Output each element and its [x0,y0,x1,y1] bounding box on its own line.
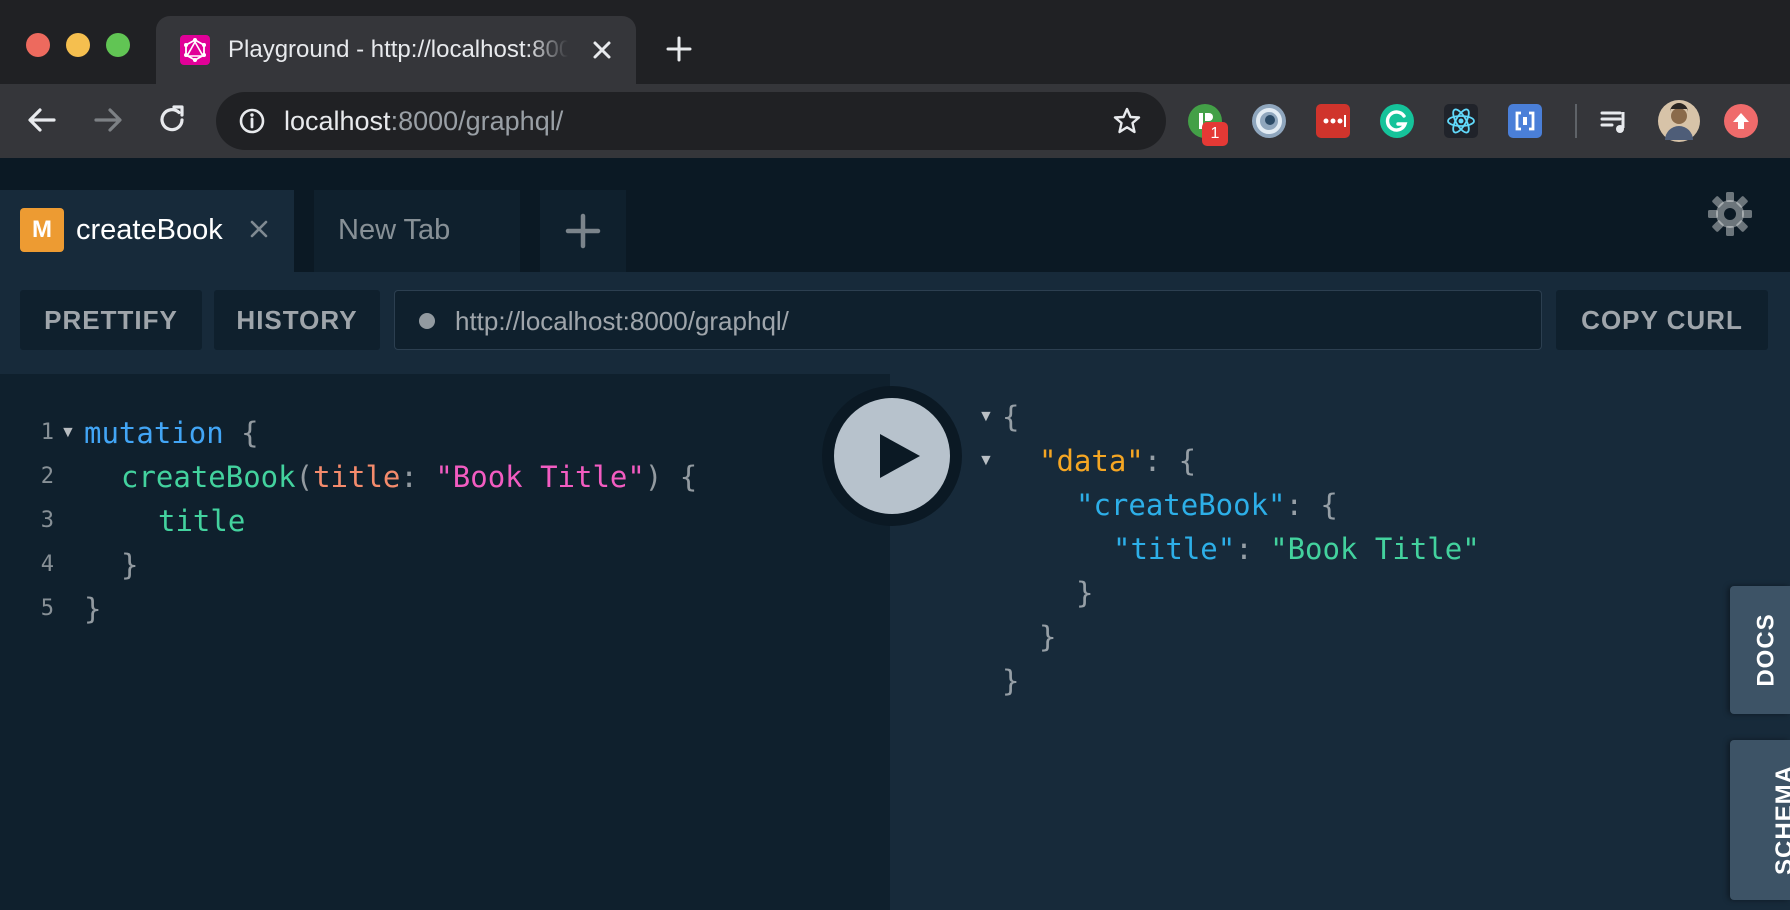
media-playlist-icon[interactable] [1598,104,1632,138]
field-createbook: createBook [121,460,296,494]
field-title: title [158,504,246,538]
punctuation: : [1235,532,1271,566]
address-bar[interactable]: localhost:8000/graphql/ [216,92,1166,150]
address-url[interactable]: localhost:8000/graphql/ [284,104,563,138]
punctuation: { [1002,400,1020,434]
line-number: 4 [40,552,54,577]
fold-arrow-icon[interactable]: ▼ [60,412,76,454]
punctuation: } [1039,620,1057,654]
code-line-1: mutation { [84,412,259,454]
result-line-1: { [1002,396,1019,438]
punctuation: } [121,548,139,582]
run-button-face [834,398,950,514]
tab-label: New Tab [338,214,451,246]
grammarly-icon[interactable] [1380,104,1414,138]
punctuation: ) { [644,460,698,494]
toolbar-separator [1575,104,1577,138]
window-maximize-button[interactable] [106,33,130,57]
line-number: 3 [40,508,54,533]
bookmark-star-icon[interactable] [1112,106,1142,136]
site-info-icon[interactable] [238,107,266,135]
window-minimize-button[interactable] [66,33,90,57]
window-close-button[interactable] [26,33,50,57]
json-key-title: "title" [1113,532,1236,566]
punctuation: } [84,592,102,626]
tab-createbook[interactable]: M createBook [0,190,294,272]
result-line-7: } [1002,660,1019,702]
result-line-2: "data": { [1039,440,1196,482]
extension-badge: 1 [1202,122,1228,146]
browser-toolbar: localhost:8000/graphql/ 1 [0,84,1790,158]
punctuation: ( [295,460,314,494]
browser-tab-playground[interactable]: Playground - http://localhost:8000/graph… [156,16,636,84]
close-icon[interactable] [244,214,274,244]
endpoint-url: http://localhost:8000/graphql/ [455,306,789,336]
fold-arrow-icon[interactable]: ▼ [978,396,994,438]
punctuation: { [223,416,259,450]
address-url-path: :8000/graphql/ [390,106,564,136]
result-line-3: "createBook": { [1076,484,1338,526]
forward-arrow-icon[interactable] [90,102,126,138]
play-icon [880,434,920,478]
punctuation: : { [1143,444,1197,478]
tab-new-tab[interactable]: New Tab [314,190,520,272]
connection-status-dot [419,313,435,329]
code-line-3: title [158,500,245,542]
history-button[interactable]: HISTORY [214,290,380,350]
address-url-host: localhost [284,106,391,136]
gear-icon[interactable] [1706,190,1754,238]
playground-tab-bar: M createBook New Tab [0,158,1790,272]
argument-title: title [313,460,401,494]
plus-icon [565,213,601,249]
result-viewer: ▼ { ▼ "data": { "createBook": { "title":… [890,374,1790,910]
schema-tab-label: SCHEMA [1771,764,1790,876]
avatar[interactable] [1658,100,1700,142]
endpoint-input[interactable]: http://localhost:8000/graphql/ [394,290,1542,350]
line-number: 2 [40,464,54,489]
fold-arrow-icon[interactable]: ▼ [978,440,994,482]
copy-curl-button[interactable]: COPY CURL [1556,290,1768,350]
schema-tab[interactable]: SCHEMA [1730,740,1790,900]
punctuation: } [1076,576,1094,610]
docs-tab[interactable]: DOCS [1730,586,1790,714]
code-line-4: } [121,544,138,586]
line-number: 1 [40,420,54,445]
add-tab-button[interactable] [540,190,626,272]
code-line-2: createBook(title: "Book Title") { [121,456,697,498]
execute-query-button[interactable] [822,386,962,526]
keyword-mutation: mutation [84,416,224,450]
graphql-favicon-icon [180,35,210,65]
prettify-button[interactable]: PRETTIFY [20,290,202,350]
string-value: "Book Title" [435,460,645,494]
extension-circle-icon[interactable] [1252,104,1286,138]
extension-bracket-icon[interactable] [1508,104,1542,138]
json-value-title: "Book Title" [1270,532,1480,566]
json-key-data: "data" [1039,444,1144,478]
code-line-5: } [84,588,101,630]
new-browser-tab-icon[interactable] [664,34,694,64]
punctuation: : [400,460,436,494]
reload-icon[interactable] [154,102,190,138]
punctuation: : { [1285,488,1338,522]
react-devtools-icon[interactable] [1444,104,1478,138]
docs-tab-label: DOCS [1752,613,1780,687]
update-arrow-icon[interactable] [1724,104,1758,138]
mutation-badge: M [20,208,64,252]
result-line-4: "title": "Book Title" [1113,528,1480,570]
query-editor[interactable]: 1 ▼ mutation { 2 createBook(title: "Book… [0,374,890,910]
browser-tab-title: Playground - http://localhost:8000/graph… [228,36,568,63]
playground-controls: PRETTIFY HISTORY http://localhost:8000/g… [0,272,1790,374]
tab-label: createBook [76,214,223,246]
punctuation: } [1002,664,1020,698]
close-tab-icon[interactable] [588,36,616,64]
line-number: 5 [40,596,54,621]
back-arrow-icon[interactable] [24,102,60,138]
browser-tab-strip: Playground - http://localhost:8000/graph… [0,0,1790,84]
extension-dots-icon[interactable] [1316,104,1350,138]
result-line-6: } [1039,616,1056,658]
result-line-5: } [1076,572,1093,614]
json-key-createbook: "createBook" [1076,488,1286,522]
